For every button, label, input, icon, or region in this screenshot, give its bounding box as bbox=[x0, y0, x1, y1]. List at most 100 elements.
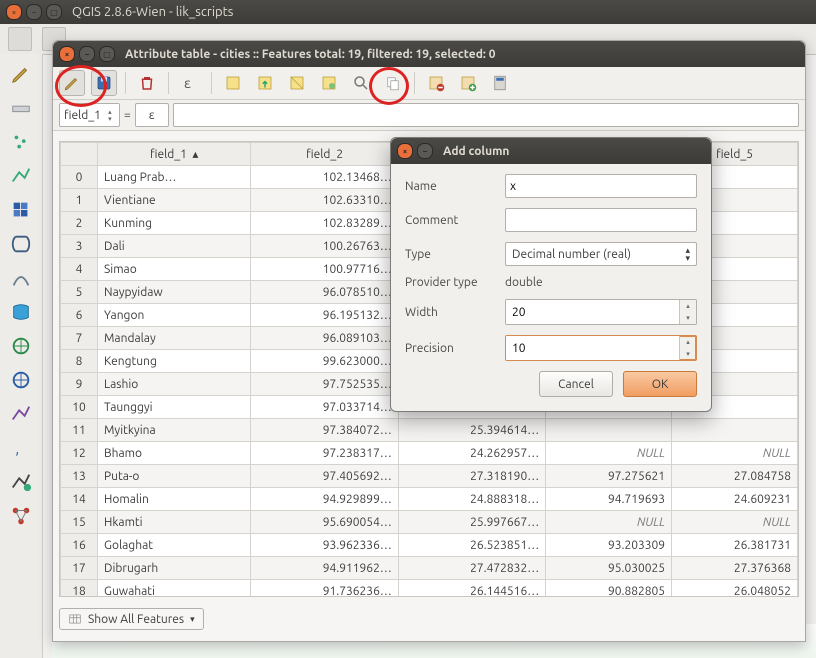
cell[interactable]: 24.609231 bbox=[672, 488, 798, 511]
cell[interactable]: 102.13468… bbox=[251, 166, 398, 189]
cell[interactable]: 96.195132… bbox=[251, 304, 398, 327]
cell[interactable]: 27.472832… bbox=[398, 557, 545, 580]
save-edits-icon[interactable] bbox=[91, 70, 117, 96]
cell[interactable]: Puta-o bbox=[98, 465, 251, 488]
cell[interactable]: Vientiane bbox=[98, 189, 251, 212]
delete-selected-icon[interactable] bbox=[134, 70, 160, 96]
vector-layer-icon[interactable] bbox=[6, 400, 36, 428]
cell[interactable]: Myitkyina bbox=[98, 419, 251, 442]
cell[interactable]: 97.238317… bbox=[251, 442, 398, 465]
row-header[interactable]: 11 bbox=[61, 419, 98, 442]
cell[interactable]: Dali bbox=[98, 235, 251, 258]
field-selector[interactable]: field_1 ▴▾ bbox=[59, 103, 120, 127]
row-header[interactable]: 1 bbox=[61, 189, 98, 212]
close-icon[interactable]: × bbox=[59, 46, 75, 62]
cell[interactable]: 91.736236… bbox=[251, 580, 398, 598]
cell[interactable]: Homalin bbox=[98, 488, 251, 511]
row-header[interactable]: 8 bbox=[61, 350, 98, 373]
close-icon[interactable]: × bbox=[6, 4, 22, 20]
precision-input[interactable] bbox=[506, 336, 679, 360]
table-row[interactable]: 13Puta-o97.405692…27.318190…97.27562127.… bbox=[61, 465, 798, 488]
cell[interactable]: 26.048052 bbox=[672, 580, 798, 598]
cell[interactable]: 102.63310… bbox=[251, 189, 398, 212]
cell[interactable]: 93.962336… bbox=[251, 534, 398, 557]
maximize-icon[interactable]: □ bbox=[46, 4, 62, 20]
cell[interactable]: Kengtung bbox=[98, 350, 251, 373]
cancel-button[interactable]: Cancel bbox=[539, 371, 613, 397]
minimize-icon[interactable]: – bbox=[79, 46, 95, 62]
corner-header[interactable] bbox=[61, 143, 98, 166]
cell[interactable]: 100.97716… bbox=[251, 258, 398, 281]
cell[interactable]: 94.929899… bbox=[251, 488, 398, 511]
row-header[interactable]: 13 bbox=[61, 465, 98, 488]
cell[interactable]: Dibrugarh bbox=[98, 557, 251, 580]
row-header[interactable]: 2 bbox=[61, 212, 98, 235]
cell[interactable]: 26.144516… bbox=[398, 580, 545, 598]
ruler-icon[interactable] bbox=[6, 94, 36, 122]
cell[interactable]: 102.83289… bbox=[251, 212, 398, 235]
cell[interactable] bbox=[672, 419, 798, 442]
type-select[interactable]: Decimal number (real) ▴▾ bbox=[505, 242, 697, 266]
cell[interactable]: NULL bbox=[672, 442, 798, 465]
zoom-to-selected-icon[interactable] bbox=[348, 70, 374, 96]
row-header[interactable]: 0 bbox=[61, 166, 98, 189]
row-header[interactable]: 14 bbox=[61, 488, 98, 511]
table-row[interactable]: 17Dibrugarh94.911962…27.472832…95.030025… bbox=[61, 557, 798, 580]
row-header[interactable]: 3 bbox=[61, 235, 98, 258]
cell[interactable]: 97.275621 bbox=[546, 465, 672, 488]
cell[interactable]: Bhamo bbox=[98, 442, 251, 465]
width-input[interactable] bbox=[506, 300, 679, 324]
delete-column-icon[interactable] bbox=[423, 70, 449, 96]
cell[interactable]: 26.523851… bbox=[398, 534, 545, 557]
row-header[interactable]: 12 bbox=[61, 442, 98, 465]
cell[interactable]: Yangon bbox=[98, 304, 251, 327]
minimize-icon[interactable]: – bbox=[417, 143, 433, 159]
row-header[interactable]: 17 bbox=[61, 557, 98, 580]
wms-icon[interactable] bbox=[6, 332, 36, 360]
spatialite-icon[interactable] bbox=[6, 264, 36, 292]
table-row[interactable]: 16Golaghat93.962336…26.523851…93.2033092… bbox=[61, 534, 798, 557]
cell[interactable]: Simao bbox=[98, 258, 251, 281]
cell[interactable]: 96.078510… bbox=[251, 281, 398, 304]
row-header[interactable]: 15 bbox=[61, 511, 98, 534]
row-header[interactable]: 10 bbox=[61, 396, 98, 419]
cell[interactable]: 93.203309 bbox=[546, 534, 672, 557]
cell[interactable] bbox=[546, 419, 672, 442]
cell[interactable]: 96.089103… bbox=[251, 327, 398, 350]
cell[interactable]: 25.394614… bbox=[398, 419, 545, 442]
row-header[interactable]: 9 bbox=[61, 373, 98, 396]
cell[interactable]: NULL bbox=[672, 511, 798, 534]
wcs-icon[interactable] bbox=[6, 366, 36, 394]
precision-spinner[interactable]: ▴▾ bbox=[505, 335, 697, 361]
ok-button[interactable]: OK bbox=[623, 371, 697, 397]
row-header[interactable]: 16 bbox=[61, 534, 98, 557]
cell[interactable]: Hkamti bbox=[98, 511, 251, 534]
graph-icon[interactable] bbox=[6, 502, 36, 530]
cell[interactable]: 97.752535… bbox=[251, 373, 398, 396]
expression-input[interactable] bbox=[173, 103, 799, 127]
field-calculator-icon[interactable] bbox=[487, 70, 513, 96]
cell[interactable]: 24.262957… bbox=[398, 442, 545, 465]
pencil-icon[interactable] bbox=[6, 60, 36, 88]
column-header[interactable]: field_2 bbox=[251, 143, 398, 166]
cell[interactable]: NULL bbox=[546, 511, 672, 534]
cell[interactable]: Kunming bbox=[98, 212, 251, 235]
row-header[interactable]: 18 bbox=[61, 580, 98, 598]
cell[interactable]: 97.405692… bbox=[251, 465, 398, 488]
cell[interactable]: Guwahati bbox=[98, 580, 251, 598]
delimited-text-icon[interactable]: , bbox=[6, 434, 36, 462]
cell[interactable]: Mandalay bbox=[98, 327, 251, 350]
new-project-icon[interactable] bbox=[8, 27, 32, 51]
toggle-edit-icon[interactable] bbox=[59, 70, 85, 96]
cell[interactable]: 27.376368 bbox=[672, 557, 798, 580]
deselect-all-icon[interactable] bbox=[220, 70, 246, 96]
column-header[interactable]: field_1 ▴ bbox=[98, 143, 251, 166]
raster-layer-icon[interactable] bbox=[6, 196, 36, 224]
row-header[interactable]: 5 bbox=[61, 281, 98, 304]
select-by-expression-icon[interactable]: ε bbox=[177, 70, 203, 96]
cell[interactable]: Naypyidaw bbox=[98, 281, 251, 304]
line-layer-icon[interactable] bbox=[6, 162, 36, 190]
table-row[interactable]: 11Myitkyina97.384072…25.394614… bbox=[61, 419, 798, 442]
invert-selection-icon[interactable] bbox=[284, 70, 310, 96]
width-spinner[interactable]: ▴▾ bbox=[505, 299, 697, 325]
